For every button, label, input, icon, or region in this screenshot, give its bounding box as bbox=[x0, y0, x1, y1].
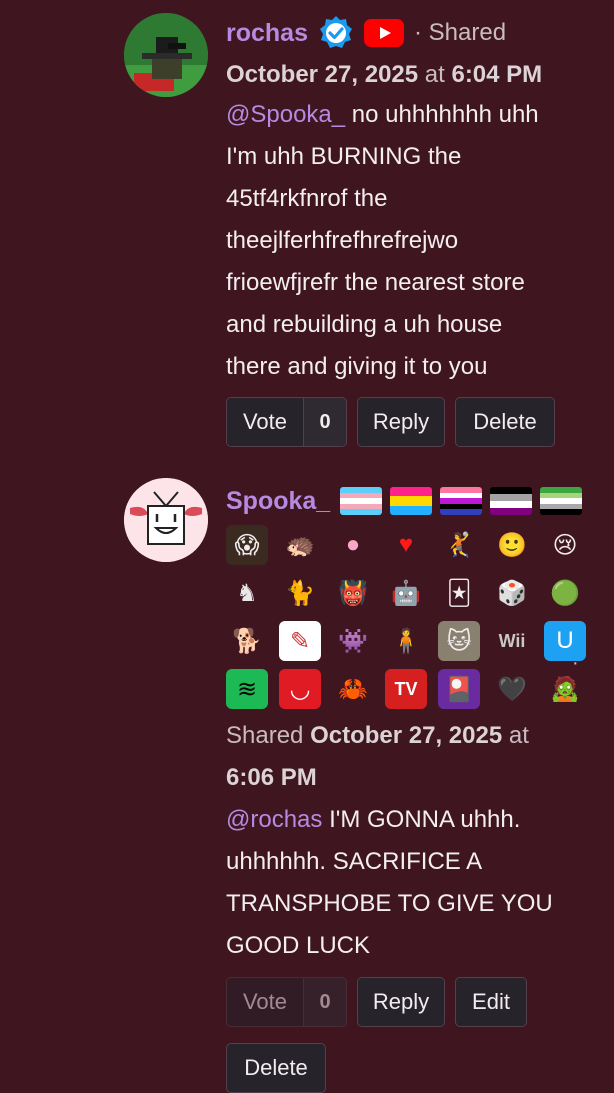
delete-button[interactable]: Delete bbox=[455, 397, 555, 447]
green-creature-icon: 🧟 bbox=[550, 675, 580, 703]
delete-button[interactable]: Delete bbox=[226, 1043, 326, 1093]
jester-icon: 🃏 bbox=[446, 579, 472, 607]
cat-photo-icon: 🐱 bbox=[438, 621, 480, 661]
heart-face-icon: 🖤 bbox=[497, 675, 527, 703]
action-bar: Vote 0 Reply Delete bbox=[226, 397, 596, 447]
separator-dot: · bbox=[572, 652, 579, 674]
username[interactable]: Spooka_ bbox=[226, 487, 330, 516]
pride-flags bbox=[340, 487, 583, 515]
green-orb-icon: 🟢 bbox=[550, 579, 580, 607]
vote-label[interactable]: Vote bbox=[227, 398, 303, 446]
text-line: GOOD LUCK bbox=[226, 932, 371, 959]
red-smile-icon: ◡ bbox=[279, 669, 321, 709]
kirby-icon: ● bbox=[345, 531, 361, 558]
aromantic-flag bbox=[540, 487, 583, 515]
isaac-icon: 😢 bbox=[552, 531, 578, 559]
username[interactable]: rochas bbox=[226, 19, 308, 48]
purple-card-icon: 🎴 bbox=[438, 669, 480, 709]
deltarune-susie-icon: 👾 bbox=[338, 627, 368, 655]
comment-text: @Spooka_ no uhhhhhhh uhh I'm uhh BURNING… bbox=[226, 94, 596, 388]
genderfluid-flag bbox=[440, 487, 483, 515]
post-time: 6:04 PM bbox=[451, 61, 543, 88]
reply-button[interactable]: Reply bbox=[357, 977, 445, 1027]
pizza-tower-icon: 😱 bbox=[226, 525, 268, 565]
reply-button[interactable]: Reply bbox=[357, 397, 445, 447]
badge-grid: 😱 🦔 ● ♥ 🤾 🙂 😢 ♞ 🐈 👹 🤖 🃏 🎲 🟢 🐕 ✎ 👾 🧍 🐱 Wii U ≋ ◡ 🦀 TV 🎴 🖤 🧟 bbox=[226, 525, 596, 709]
kris-icon: 🧍 bbox=[391, 627, 421, 655]
spotify-icon: ≋ bbox=[226, 669, 268, 709]
text-line: 45tf4rkfnrof the bbox=[226, 185, 388, 212]
vote-count: 0 bbox=[303, 398, 346, 446]
text-line: there and giving it to you bbox=[226, 353, 488, 380]
post-date: October 27, 2025 bbox=[310, 722, 503, 749]
hollow-knight-icon: ♞ bbox=[236, 579, 258, 607]
text-line: uhhhhhh. SACRIFICE A bbox=[226, 848, 483, 875]
doodle-icon: ✎ bbox=[279, 621, 321, 661]
dice-icon: 🎲 bbox=[497, 579, 527, 607]
text-line: no uhhhhhhh uhh bbox=[351, 101, 539, 128]
edit-button[interactable]: Edit bbox=[455, 977, 527, 1027]
wii-logo-icon: Wii bbox=[498, 630, 526, 651]
at-label: at bbox=[508, 722, 529, 749]
undertale-heart-icon: ♥ bbox=[398, 531, 414, 558]
monster-icon: 👹 bbox=[338, 579, 368, 607]
vote-label: Vote bbox=[227, 978, 303, 1026]
crab-icon: 🦀 bbox=[338, 675, 368, 703]
text-line: I'M GONNA uhhh. bbox=[329, 806, 521, 833]
avatar[interactable] bbox=[124, 13, 208, 97]
text-line: theejlferhfrefhrefrejwo bbox=[226, 227, 459, 254]
shared-label: Shared bbox=[226, 722, 304, 749]
post-date: October 27, 2025 bbox=[226, 61, 419, 88]
roblox-noob-icon: 🙂 bbox=[497, 531, 527, 559]
ghost-cat-icon: 🐈 bbox=[285, 579, 315, 607]
wii-u-logo-icon: U bbox=[544, 621, 586, 661]
avatar[interactable] bbox=[124, 478, 208, 562]
vote-button[interactable]: Vote 0 bbox=[226, 397, 347, 447]
text-line: I'm uhh BURNING the bbox=[226, 143, 462, 170]
action-bar: Vote 0 Reply Edit bbox=[226, 977, 596, 1027]
annoying-dog-icon: 🐕 bbox=[232, 627, 262, 655]
mention-link[interactable]: @Spooka_ bbox=[226, 101, 345, 128]
mention-link[interactable]: @rochas bbox=[226, 806, 322, 833]
text-line: TRANSPHOBE TO GIVE YOU bbox=[226, 890, 553, 917]
as-seen-on-tv-icon: TV bbox=[385, 669, 427, 709]
vote-button: Vote 0 bbox=[226, 977, 347, 1027]
sonic-icon: 🦔 bbox=[285, 531, 315, 559]
astro-bot-icon: 🤖 bbox=[391, 579, 421, 607]
rayman-icon: 🤾 bbox=[444, 531, 474, 559]
shared-label: · Shared bbox=[413, 19, 507, 46]
youtube-icon bbox=[363, 19, 404, 47]
comment-text: @rochas I'M GONNA uhhh. uhhhhhh. SACRIFI… bbox=[226, 799, 596, 967]
text-line: and rebuilding a uh house bbox=[226, 311, 503, 338]
verified-icon bbox=[318, 15, 354, 51]
trans-flag bbox=[340, 487, 383, 515]
text-line: frioewfjrefr the nearest store bbox=[226, 269, 525, 296]
vote-count: 0 bbox=[303, 978, 346, 1026]
post-time: 6:06 PM bbox=[226, 764, 317, 791]
at-label: at bbox=[424, 61, 445, 88]
asexual-flag bbox=[490, 487, 533, 515]
pan-flag bbox=[390, 487, 433, 515]
